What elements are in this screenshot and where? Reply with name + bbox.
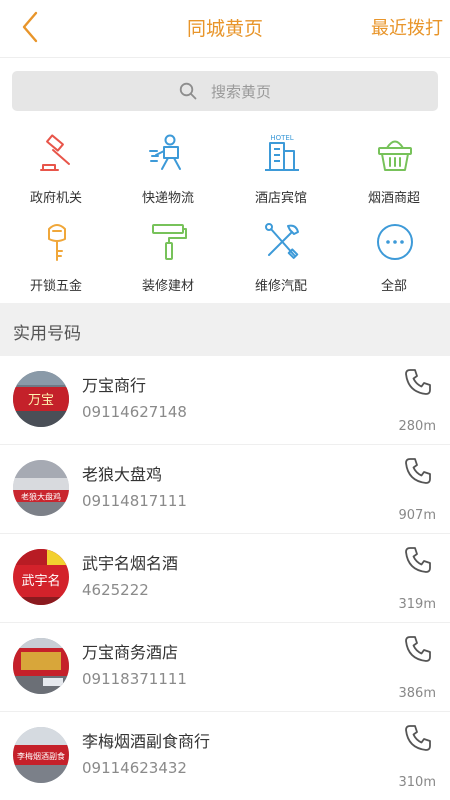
avatar: [13, 638, 69, 694]
category-label: 政府机关: [29, 191, 82, 206]
svg-text:HOTEL: HOTEL: [270, 134, 293, 142]
category-label: 烟酒商超: [367, 191, 420, 206]
listing-name: 万宝商务酒店: [82, 643, 179, 662]
listing-phone: 09118371111: [82, 670, 187, 688]
shop-sign-text: 万宝: [28, 393, 54, 408]
listing-distance: 310m: [398, 775, 436, 790]
listing-distance: 319m: [398, 597, 436, 612]
category-label: 开锁五金: [29, 279, 82, 294]
listing-name: 万宝商行: [82, 376, 147, 395]
category-label: 全部: [380, 279, 407, 294]
listing-phone: 09114623432: [82, 759, 187, 777]
phone-call-icon[interactable]: [403, 456, 433, 486]
search-icon: [179, 82, 197, 100]
avatar: 万宝: [13, 371, 69, 427]
basket-icon: [378, 140, 412, 171]
section-title: 实用号码: [13, 324, 81, 344]
shop-sign-text: 李梅烟酒副食: [17, 751, 65, 761]
phone-call-icon[interactable]: [403, 723, 433, 753]
category-courier[interactable]: 快递物流: [112, 133, 224, 213]
list-item[interactable]: 万宝 万宝商行 09114627148 280m: [0, 356, 450, 445]
gavel-icon: [40, 134, 70, 171]
phone-call-icon[interactable]: [403, 367, 433, 397]
shop-sign-text: 老狼大盘鸡: [21, 492, 61, 502]
hotel-icon: HOTEL: [265, 134, 299, 171]
category-decoration[interactable]: 装修建材: [112, 221, 224, 301]
phone-call-icon[interactable]: [403, 634, 433, 664]
category-label: 快递物流: [141, 191, 194, 206]
paint-roller-icon: [152, 224, 187, 260]
listing-phone: 09114627148: [82, 403, 187, 421]
list-item[interactable]: 老狼大盘鸡 老狼大盘鸡 09114817111 907m: [0, 445, 450, 534]
list-item[interactable]: 武宇名 武宇名烟名酒 4625222 319m: [0, 534, 450, 623]
listing-name: 武宇名烟名酒: [82, 554, 179, 573]
top-bar: 同城黄页 最近拨打: [0, 0, 450, 58]
avatar: 老狼大盘鸡: [13, 460, 69, 516]
listing-phone: 09114817111: [82, 492, 187, 510]
category-label: 维修汽配: [254, 279, 307, 294]
listing-distance: 907m: [398, 508, 436, 523]
search-bar[interactable]: 搜索黄页: [12, 71, 438, 111]
category-government[interactable]: 政府机关: [0, 133, 112, 213]
category-label: 酒店宾馆: [254, 191, 307, 206]
list-item[interactable]: 万宝商务酒店 09118371111 386m: [0, 623, 450, 712]
phone-call-icon[interactable]: [403, 545, 433, 575]
category-auto-repair[interactable]: 维修汽配: [225, 221, 337, 301]
category-tobacco-wine[interactable]: 烟酒商超: [338, 133, 450, 213]
section-header: 实用号码: [0, 303, 450, 356]
listing-phone: 4625222: [82, 581, 149, 599]
shop-sign-text: 武宇名: [21, 573, 60, 589]
listing-name: 李梅烟酒副食商行: [82, 732, 211, 751]
avatar: 李梅烟酒副食: [13, 727, 69, 783]
recent-calls-button[interactable]: 最近拨打: [371, 14, 443, 40]
listing-distance: 386m: [398, 686, 436, 701]
category-locksmith[interactable]: 开锁五金: [0, 221, 112, 301]
more-icon: [377, 224, 413, 260]
avatar: 武宇名: [13, 549, 69, 605]
category-hotel[interactable]: HOTEL 酒店宾馆: [225, 133, 337, 213]
category-all[interactable]: 全部: [338, 221, 450, 301]
tools-icon: [265, 223, 299, 259]
key-icon: [48, 224, 66, 261]
category-label: 装修建材: [141, 279, 194, 294]
search-placeholder: 搜索黄页: [210, 82, 271, 101]
list-item[interactable]: 李梅烟酒副食 李梅烟酒副食商行 09114623432 310m: [0, 712, 450, 800]
listing-name: 老狼大盘鸡: [82, 465, 163, 484]
search-inner: 搜索黄页: [12, 71, 438, 111]
courier-icon: [149, 134, 181, 170]
listing-distance: 280m: [398, 419, 436, 434]
